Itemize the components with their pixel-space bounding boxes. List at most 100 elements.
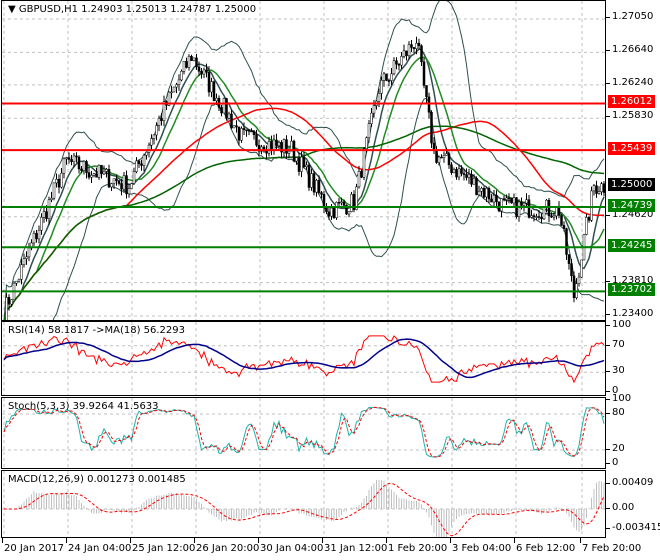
candle-body (477, 191, 481, 196)
candle-body (65, 157, 68, 160)
candle-body (440, 156, 443, 159)
candle-body (32, 232, 36, 244)
time-tick (66, 538, 67, 543)
candle-body (357, 171, 361, 188)
candle-body (157, 118, 161, 126)
candle-body (300, 156, 303, 172)
bollinger-lower (52, 97, 605, 320)
candle-body (382, 73, 386, 81)
candle-body (542, 206, 546, 220)
price-tick-label: 1.27050 (605, 11, 654, 22)
candle-body (332, 207, 336, 218)
candle-body (242, 128, 246, 131)
candle-body (585, 217, 588, 235)
candle-body (412, 47, 416, 49)
candle-body (430, 111, 433, 144)
ma-medium (3, 107, 604, 320)
stoch-signal-line (3, 406, 605, 458)
time-tick (194, 538, 195, 543)
candle-body (250, 130, 253, 133)
candle-body (455, 169, 458, 178)
candle-body (535, 216, 538, 218)
ma-fast (3, 48, 605, 320)
time-tick-label: 26 Jan 20:00 (196, 543, 260, 554)
stoch-tick-label: 100 (605, 393, 632, 404)
candle-body (435, 150, 438, 163)
time-tick-label: 1 Feb 20:00 (388, 543, 448, 554)
candle-body (107, 169, 111, 188)
candle-body (207, 72, 211, 93)
candle-body (27, 247, 31, 258)
candle-body (277, 142, 281, 146)
candle-body (315, 180, 318, 193)
candle-body (62, 158, 66, 174)
price-axis[interactable]: 1.27050 1.26640 1.26240 1.25830 1.24620 1.238… (605, 0, 660, 560)
candle-body (502, 198, 506, 200)
candle-body (532, 215, 536, 218)
candle-body (567, 254, 571, 264)
macd-panel[interactable]: MACD(12,26,9) 0.001273 0.001485 (1, 470, 606, 538)
candle-body (142, 154, 146, 166)
rsi-panel[interactable]: RSI(14) 58.1817 ->MA(18) 56.2293 (1, 321, 606, 396)
stoch-tick-label: 0 (605, 457, 619, 468)
candle-body (367, 123, 371, 139)
candle-body (450, 164, 453, 174)
candle-body (470, 174, 473, 185)
candle-body (417, 42, 421, 46)
candle-body (42, 211, 46, 218)
price-tick-label: 1.23400 (605, 308, 654, 319)
candle-body (490, 198, 493, 203)
candle-body (215, 97, 218, 102)
candle-body (537, 216, 541, 218)
candle-body (445, 153, 448, 156)
candle-body (67, 157, 71, 160)
rsi-tick-label: 70 (606, 338, 625, 350)
candle-body (552, 215, 556, 218)
candle-body (335, 202, 338, 218)
candle-body (472, 178, 476, 185)
macd-tick-label: 0.00 (605, 502, 635, 513)
candle-body (90, 175, 93, 178)
time-tick-label: 24 Jan 04:00 (68, 543, 132, 554)
candle-body (500, 198, 503, 212)
candle-body (487, 188, 491, 200)
time-tick (580, 538, 581, 543)
candle-body (452, 169, 456, 174)
triangle-down-icon[interactable]: ▼ (8, 4, 16, 15)
candle-body (132, 171, 136, 184)
candle-body (100, 164, 103, 175)
candle-body (82, 161, 86, 171)
candle-body (385, 73, 388, 81)
candle-body (402, 50, 406, 57)
candle-body (465, 174, 468, 178)
candle-body (135, 160, 138, 172)
candle-body (17, 279, 21, 282)
time-tick (258, 538, 259, 543)
candle-body (210, 81, 213, 93)
candle-body (187, 56, 191, 68)
candle-body (175, 84, 178, 88)
candle-body (25, 256, 28, 259)
candle-body (365, 137, 368, 149)
candle-body (112, 178, 116, 184)
candle-body (267, 141, 271, 154)
candle-body (122, 175, 126, 190)
time-tick (2, 538, 3, 543)
candle-body (155, 125, 158, 136)
price-chart-panel[interactable]: ▼ GBPUSD,H1 1.24903 1.25013 1.24787 1.25… (1, 0, 606, 321)
time-tick (130, 538, 131, 543)
candle-body (20, 264, 23, 280)
time-tick-label: 7 Feb 20:00 (582, 543, 642, 554)
candle-body (192, 57, 196, 61)
candle-body (152, 134, 156, 139)
price-level-label: 1.24245 (608, 239, 656, 253)
stoch-panel[interactable]: Stoch(5,3,3) 39.9264 41.5633 (1, 397, 606, 469)
candle-body (172, 86, 176, 93)
candle-body (10, 299, 13, 305)
candle-body (540, 216, 543, 220)
candle-body (492, 195, 496, 203)
candle-body (87, 172, 91, 178)
candle-body (102, 171, 106, 175)
symbol-quote: GBPUSD,H1 1.24903 1.25013 1.24787 1.2500… (18, 4, 257, 15)
candle-body (397, 63, 401, 66)
